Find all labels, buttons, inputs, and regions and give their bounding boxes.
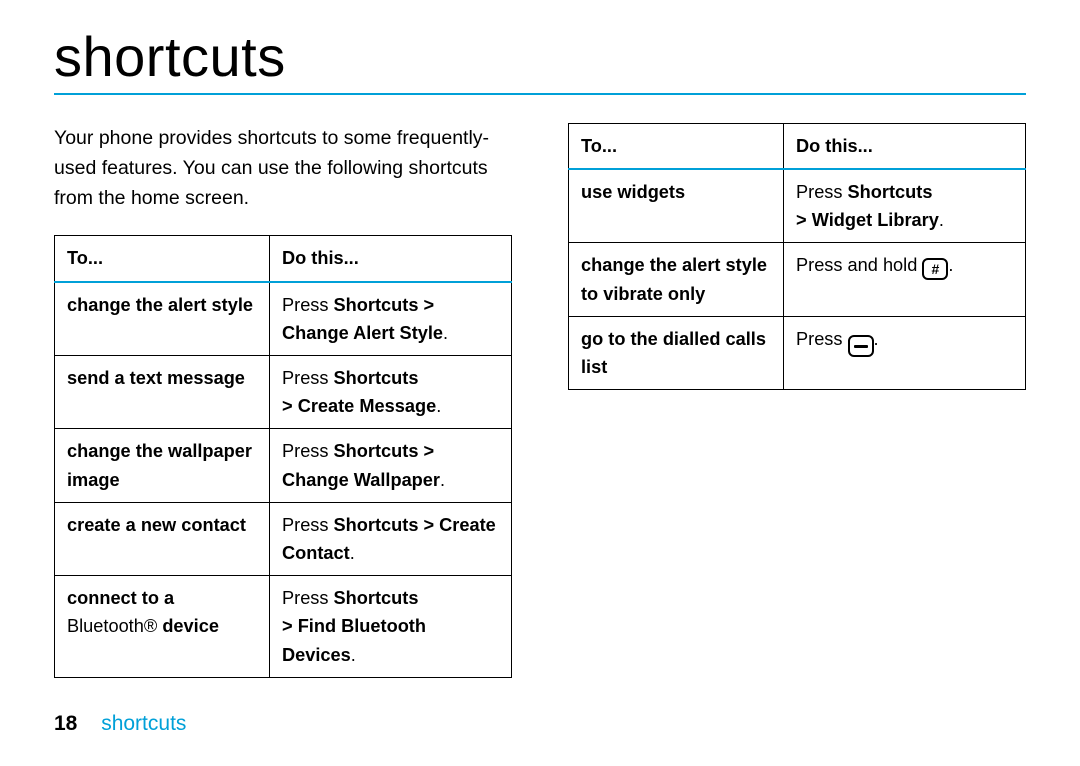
send-key-icon	[848, 335, 874, 357]
do-text: .	[939, 210, 944, 230]
menu-path: Widget Library	[812, 210, 939, 230]
menu-path: Create Message	[298, 396, 437, 416]
row-do: Press Shortcuts > Create Contact.	[270, 502, 512, 575]
row-to: use widgets	[569, 169, 784, 243]
menu-sep: >	[282, 616, 298, 636]
table-row: change the wallpaper image Press Shortcu…	[55, 429, 512, 502]
do-text: Press	[282, 368, 334, 388]
menu-path: Shortcuts	[334, 368, 419, 388]
row-do: Press Shortcuts > Widget Library.	[784, 169, 1026, 243]
title-divider	[54, 93, 1026, 95]
page-footer: 18 shortcuts	[54, 712, 186, 736]
table-row: use widgets Press Shortcuts > Widget Lib…	[569, 169, 1026, 243]
table-row: connect to a Bluetooth® device Press Sho…	[55, 576, 512, 678]
row-to-part: Bluetooth®	[67, 616, 162, 636]
menu-sep: >	[796, 210, 812, 230]
row-to-part: device	[162, 616, 219, 636]
table-row: change the alert style to vibrate only P…	[569, 243, 1026, 316]
table-row: send a text message Press Shortcuts > Cr…	[55, 356, 512, 429]
menu-sep: >	[282, 396, 298, 416]
do-text: Press	[796, 329, 848, 349]
row-do: Press Shortcuts > Find Bluetooth Devices…	[270, 576, 512, 678]
table1-header-do: Do this...	[270, 236, 512, 282]
table-row: change the alert style Press Shortcuts >…	[55, 282, 512, 356]
row-do: Press Shortcuts > Create Message.	[270, 356, 512, 429]
do-text: Press	[282, 515, 334, 535]
table2-header-to: To...	[569, 123, 784, 169]
row-to: change the alert style to vibrate only	[569, 243, 784, 316]
row-do: Press .	[784, 316, 1026, 389]
row-to: create a new contact	[55, 502, 270, 575]
menu-path: Shortcuts	[848, 182, 933, 202]
page-title: shortcuts	[54, 28, 1026, 87]
row-to: change the alert style	[55, 282, 270, 356]
hash-key-icon: #	[922, 258, 948, 280]
do-text: .	[436, 396, 441, 416]
section-name: shortcuts	[101, 712, 186, 735]
row-to: go to the dialled calls list	[569, 316, 784, 389]
row-do: Press and hold #.	[784, 243, 1026, 316]
intro-paragraph: Your phone provides shortcuts to some fr…	[54, 123, 512, 214]
page-number: 18	[54, 712, 77, 735]
table-row: create a new contact Press Shortcuts > C…	[55, 502, 512, 575]
do-text: Press	[796, 182, 848, 202]
table1-header-to: To...	[55, 236, 270, 282]
right-column: To... Do this... use widgets Press Short…	[568, 123, 1026, 678]
content-columns: Your phone provides shortcuts to some fr…	[54, 123, 1026, 678]
row-to: send a text message	[55, 356, 270, 429]
menu-path: Shortcuts	[334, 588, 419, 608]
row-to: change the wallpaper image	[55, 429, 270, 502]
do-text: .	[948, 255, 953, 275]
do-text: .	[350, 543, 355, 563]
row-do: Press Shortcuts > Change Wallpaper.	[270, 429, 512, 502]
do-text: .	[443, 323, 448, 343]
do-text: Press	[282, 588, 334, 608]
shortcuts-table-2: To... Do this... use widgets Press Short…	[568, 123, 1026, 390]
do-text: Press and hold	[796, 255, 922, 275]
left-column: Your phone provides shortcuts to some fr…	[54, 123, 512, 678]
shortcuts-table-1: To... Do this... change the alert style …	[54, 235, 512, 677]
do-text: .	[874, 329, 879, 349]
do-text: .	[440, 470, 445, 490]
do-text: Press	[282, 295, 334, 315]
row-do: Press Shortcuts > Change Alert Style.	[270, 282, 512, 356]
do-text: Press	[282, 441, 334, 461]
do-text: .	[351, 645, 356, 665]
row-to-part: connect to a	[67, 588, 174, 608]
table-row: go to the dialled calls list Press .	[569, 316, 1026, 389]
manual-page: shortcuts Your phone provides shortcuts …	[0, 0, 1080, 766]
table2-header-do: Do this...	[784, 123, 1026, 169]
row-to: connect to a Bluetooth® device	[55, 576, 270, 678]
